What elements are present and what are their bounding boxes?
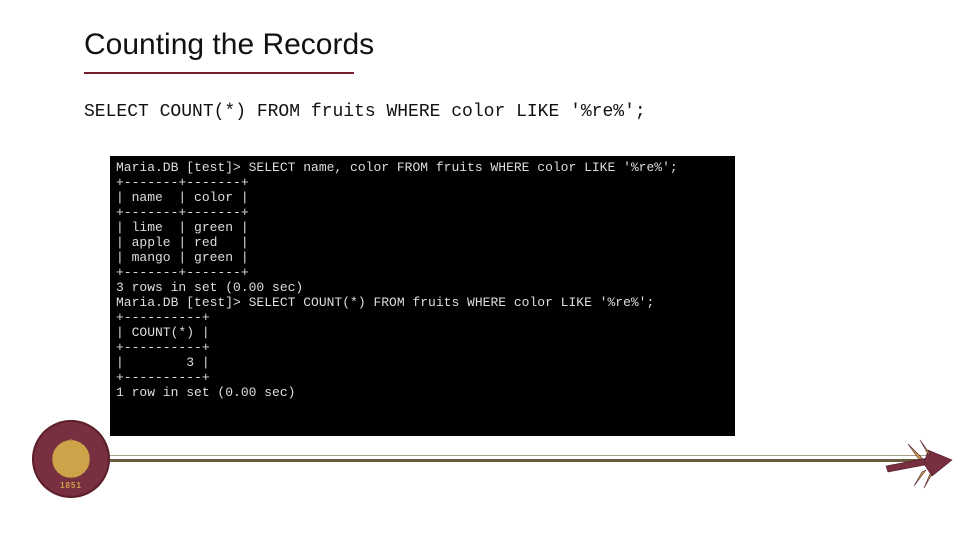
terminal-line: +----------+ xyxy=(116,340,729,355)
terminal-line: | mango | green | xyxy=(116,250,729,265)
university-seal-icon: ♆ xyxy=(32,420,110,498)
sql-query-text: SELECT COUNT(*) FROM fruits WHERE color … xyxy=(84,102,646,122)
title-underline xyxy=(84,72,354,74)
footer-divider xyxy=(108,459,942,462)
terminal-line: | lime | green | xyxy=(116,220,729,235)
terminal-line: | name | color | xyxy=(116,190,729,205)
terminal-line: +----------+ xyxy=(116,310,729,325)
terminal-screenshot: Maria.DB [test]> SELECT name, color FROM… xyxy=(110,156,735,436)
torches-icon: ♆ xyxy=(32,434,110,450)
terminal-line: +-------+-------+ xyxy=(116,175,729,190)
terminal-line: | COUNT(*) | xyxy=(116,325,729,340)
terminal-line: +-------+-------+ xyxy=(116,265,729,280)
terminal-line: Maria.DB [test]> SELECT COUNT(*) FROM fr… xyxy=(116,295,729,310)
spear-icon xyxy=(884,430,954,494)
terminal-line: | apple | red | xyxy=(116,235,729,250)
terminal-line: +-------+-------+ xyxy=(116,205,729,220)
terminal-line: | 3 | xyxy=(116,355,729,370)
terminal-line: 1 row in set (0.00 sec) xyxy=(116,385,729,400)
terminal-line: 3 rows in set (0.00 sec) xyxy=(116,280,729,295)
terminal-line: +----------+ xyxy=(116,370,729,385)
slide: Counting the Records SELECT COUNT(*) FRO… xyxy=(0,0,960,540)
terminal-line: Maria.DB [test]> SELECT name, color FROM… xyxy=(116,160,729,175)
slide-title: Counting the Records xyxy=(84,28,374,62)
